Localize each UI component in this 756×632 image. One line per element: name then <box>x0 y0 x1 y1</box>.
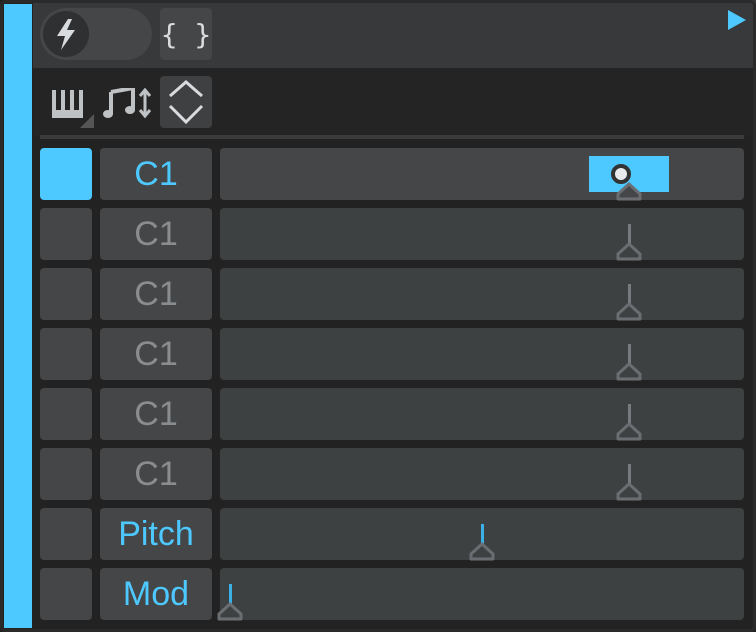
braces-button[interactable]: { } <box>160 8 212 60</box>
mapping-row: C1 <box>40 148 744 202</box>
up-down-button[interactable] <box>160 76 212 128</box>
divider <box>40 135 744 139</box>
row-label[interactable]: Mod <box>100 568 212 620</box>
mapping-row: C1 <box>40 208 744 262</box>
toggle-knob <box>43 11 89 57</box>
row-label[interactable]: C1 <box>100 328 212 380</box>
row-select-cell[interactable] <box>40 508 92 560</box>
slider-handle-icon[interactable] <box>615 240 643 262</box>
slider-handle-icon[interactable] <box>615 360 643 382</box>
mapping-row: C1 <box>40 328 744 382</box>
lightning-icon <box>57 19 75 50</box>
play-icon[interactable] <box>728 10 746 30</box>
row-slider[interactable] <box>220 268 744 322</box>
row-slider[interactable] <box>220 148 744 202</box>
row-select-cell[interactable] <box>40 328 92 380</box>
row-slider[interactable] <box>220 208 744 262</box>
slider-handle-icon[interactable] <box>468 540 496 562</box>
row-select-cell[interactable] <box>40 388 92 440</box>
power-toggle[interactable] <box>40 8 152 60</box>
row-slider[interactable] <box>220 448 744 502</box>
mapping-row: Mod <box>40 568 744 621</box>
row-select-cell[interactable] <box>40 208 92 260</box>
row-select-cell[interactable] <box>40 268 92 320</box>
mapping-row: C1 <box>40 388 744 442</box>
slider-handle-icon[interactable] <box>615 420 643 442</box>
secondary-toolbar <box>33 68 756 136</box>
row-select-cell[interactable] <box>40 568 92 620</box>
row-slider[interactable] <box>220 328 744 382</box>
row-select-cell[interactable] <box>40 448 92 500</box>
piano-keys-icon[interactable] <box>50 86 94 128</box>
row-label[interactable]: C1 <box>100 388 212 440</box>
row-label[interactable]: Pitch <box>100 508 212 560</box>
row-slider[interactable] <box>217 568 744 621</box>
mapping-row: C1 <box>40 268 744 322</box>
slider-handle-icon[interactable] <box>615 180 643 202</box>
slider-handle-icon[interactable] <box>615 480 643 502</box>
row-slider[interactable] <box>220 388 744 442</box>
row-label[interactable]: C1 <box>100 148 212 200</box>
row-select-cell[interactable] <box>40 148 92 200</box>
row-label[interactable]: C1 <box>100 208 212 260</box>
row-label[interactable]: C1 <box>100 268 212 320</box>
row-slider[interactable] <box>220 508 744 562</box>
mapping-row: C1 <box>40 448 744 502</box>
note-transpose-icon[interactable] <box>103 88 155 120</box>
up-down-chevron-icon <box>168 80 204 125</box>
mapping-row: Pitch <box>40 508 744 562</box>
row-label[interactable]: C1 <box>100 448 212 500</box>
slider-handle-icon[interactable] <box>615 300 643 322</box>
device-strip <box>4 4 32 628</box>
slider-handle-icon[interactable] <box>216 600 244 622</box>
